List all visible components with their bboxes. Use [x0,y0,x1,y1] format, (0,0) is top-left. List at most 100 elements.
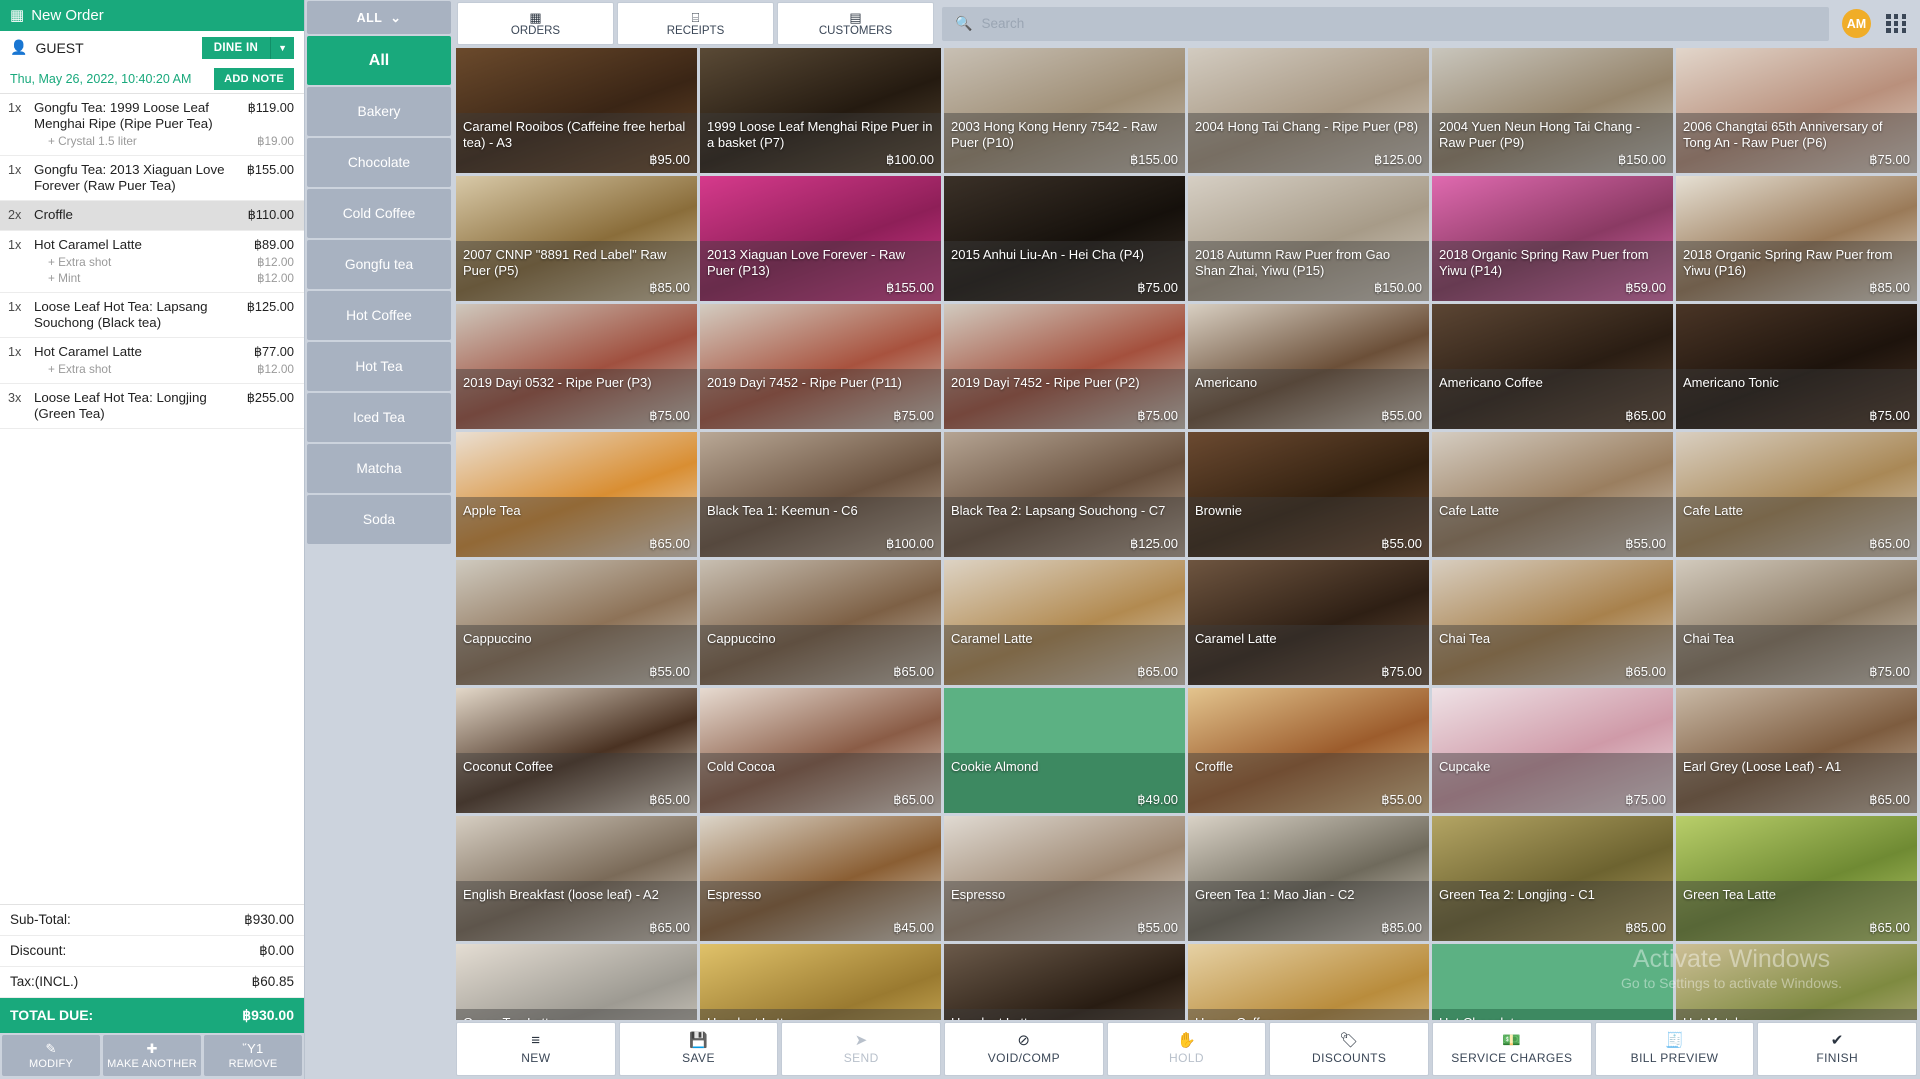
magnifier-icon: 🔍 [955,15,973,31]
tab-customers[interactable]: ▤ CUSTOMERS [777,2,934,45]
product-name: Cold Cocoa [707,759,775,774]
product-tile[interactable]: Brownie ฿55.00 [1188,432,1429,557]
category-item-iced-tea[interactable]: Iced Tea [307,393,451,442]
tab-receipts[interactable]: ⌸ RECEIPTS [617,2,774,45]
product-tile[interactable]: Cafe Latte ฿65.00 [1676,432,1917,557]
product-tile[interactable]: Honey Coffee [1188,944,1429,1020]
product-tile[interactable]: 2019 Dayi 0532 - Ripe Puer (P3) ฿75.00 [456,304,697,429]
product-tile[interactable]: Croffle ฿55.00 [1188,688,1429,813]
product-tile[interactable]: Americano Tonic ฿75.00 [1676,304,1917,429]
product-tile[interactable]: Cafe Latte ฿55.00 [1432,432,1673,557]
product-tile[interactable]: 2003 Hong Kong Henry 7542 - Raw Puer (P1… [944,48,1185,173]
order-item-row[interactable]: 1x Gongfu Tea: 2013 Xiaguan Love Forever … [0,156,304,202]
product-tile[interactable]: Black Tea 1: Keemun - C6 ฿100.00 [700,432,941,557]
product-tile[interactable]: Caramel Rooibos (Caffeine free herbal te… [456,48,697,173]
total-row: Tax:(INCL.) ฿60.85 [0,967,304,998]
product-tile[interactable]: Apple Tea ฿65.00 [456,432,697,557]
product-tile[interactable]: Espresso ฿55.00 [944,816,1185,941]
product-tile[interactable]: 2019 Dayi 7452 - Ripe Puer (P11) ฿75.00 [700,304,941,429]
product-tile[interactable]: Americano ฿55.00 [1188,304,1429,429]
order-action-remove[interactable]: Ὕ1 REMOVE [204,1035,302,1076]
action-bill-preview[interactable]: 🧾 BILL PREVIEW [1594,1022,1755,1076]
category-item-soda[interactable]: Soda [307,495,451,544]
product-tile[interactable]: Espresso ฿45.00 [700,816,941,941]
product-name: Americano Tonic [1683,375,1779,390]
order-item-row[interactable]: 1x Loose Leaf Hot Tea: Lapsang Souchong (… [0,293,304,339]
action-finish[interactable]: ✔ FINISH [1757,1022,1918,1076]
product-tile[interactable]: Caramel Latte ฿75.00 [1188,560,1429,685]
product-name: 2015 Anhui Liu-An - Hei Cha (P4) [951,247,1144,262]
category-item-bakery[interactable]: Bakery [307,87,451,136]
product-tile[interactable]: Earl Grey (Loose Leaf) - A1 ฿65.00 [1676,688,1917,813]
tab-orders[interactable]: ▦ ORDERS [457,2,614,45]
order-item-row[interactable]: 1x Gongfu Tea: 1999 Loose Leaf Menghai Ri… [0,94,304,156]
product-tile[interactable]: 2018 Autumn Raw Puer from Gao Shan Zhai,… [1188,176,1429,301]
product-tile[interactable]: Caramel Latte ฿65.00 [944,560,1185,685]
product-tile[interactable]: 2015 Anhui Liu-An - Hei Cha (P4) ฿75.00 [944,176,1185,301]
product-tile[interactable]: 2004 Yuen Neun Hong Tai Chang - Raw Puer… [1432,48,1673,173]
product-tile[interactable]: English Breakfast (loose leaf) - A2 ฿65.0… [456,816,697,941]
product-tile[interactable]: 2004 Hong Tai Chang - Ripe Puer (P8) ฿125… [1188,48,1429,173]
product-price: ฿55.00 [1137,920,1178,935]
product-tile[interactable]: Green Tea 1: Mao Jian - C2 ฿85.00 [1188,816,1429,941]
category-item-hot-coffee[interactable]: Hot Coffee [307,291,451,340]
action-service-charges[interactable]: 💵 SERVICE CHARGES [1432,1022,1592,1076]
product-tile[interactable]: 2007 CNNP "8891 Red Label" Raw Puer (P5)… [456,176,697,301]
action-discounts[interactable]: 🏷 DISCOUNTS [1269,1022,1430,1076]
category-item-cold-coffee[interactable]: Cold Coffee [307,189,451,238]
apps-grid-icon[interactable] [1886,14,1907,33]
product-tile[interactable]: Cappuccino ฿55.00 [456,560,697,685]
order-action-modify[interactable]: ✎ MODIFY [2,1035,100,1076]
price-tag-icon: 🏷 [1339,1032,1359,1049]
product-tile[interactable]: Hazelnut Latte [700,944,941,1020]
category-item-gongfu-tea[interactable]: Gongfu tea [307,240,451,289]
search-input[interactable]: Search [981,16,1024,31]
order-item-row[interactable]: 1x Hot Caramel Latte ฿77.00 + Extra shot ฿12… [0,338,304,384]
product-tile[interactable]: Cappuccino ฿65.00 [700,560,941,685]
product-tile[interactable]: Coconut Coffee ฿65.00 [456,688,697,813]
product-tile[interactable]: Cold Cocoa ฿65.00 [700,688,941,813]
product-tile[interactable]: 2013 Xiaguan Love Forever - Raw Puer (P1… [700,176,941,301]
product-tile[interactable]: Hazelnut Latte [944,944,1185,1020]
product-tile[interactable]: 2019 Dayi 7452 - Ripe Puer (P2) ฿75.00 [944,304,1185,429]
product-tile[interactable]: Americano Coffee ฿65.00 [1432,304,1673,429]
product-tile[interactable]: Green Tea Latte [456,944,697,1020]
dine-in-button[interactable]: DINE IN [201,36,271,59]
modifier-name: + Mint [48,271,81,286]
product-tile[interactable]: 2018 Organic Spring Raw Puer from Yiwu (… [1676,176,1917,301]
order-action-buttons[interactable]: ✎ MODIFY ✚ MAKE ANOTHER Ὕ1 REMOVE [0,1033,304,1079]
action-new[interactable]: ≡ NEW [456,1022,616,1076]
product-tile[interactable]: Chai Tea ฿65.00 [1432,560,1673,685]
order-item-row[interactable]: 1x Hot Caramel Latte ฿89.00 + Extra shot ฿12… [0,231,304,293]
category-filter-dropdown[interactable]: ALL ⌄ [307,1,451,34]
product-tile[interactable]: Green Tea 2: Longjing - C1 ฿85.00 [1432,816,1673,941]
category-item-chocolate[interactable]: Chocolate [307,138,451,187]
product-tile[interactable]: 2018 Organic Spring Raw Puer from Yiwu (… [1432,176,1673,301]
order-item-row[interactable]: 3x Loose Leaf Hot Tea: Longjing (Green Te… [0,384,304,430]
category-item-all[interactable]: All [307,36,451,85]
order-items-list[interactable]: 1x Gongfu Tea: 1999 Loose Leaf Menghai Ri… [0,94,304,904]
order-item-row[interactable]: 2x Croffle ฿110.00 [0,201,304,231]
product-tile[interactable]: Cupcake ฿75.00 [1432,688,1673,813]
search-bar[interactable]: 🔍 Search [942,6,1829,41]
avatar[interactable]: AM [1842,9,1871,38]
product-tile[interactable]: Chai Tea ฿75.00 [1676,560,1917,685]
product-tile[interactable]: Hot Matcha [1676,944,1917,1020]
action-save[interactable]: 💾 SAVE [618,1022,779,1076]
product-tile[interactable]: Green Tea Latte ฿65.00 [1676,816,1917,941]
product-tile[interactable]: Hot Chocolate [1432,944,1673,1020]
dine-in-control[interactable]: DINE IN ▼ [201,36,294,59]
chevron-down-icon[interactable]: ▼ [270,36,294,59]
add-note-button[interactable]: ADD NOTE [214,67,294,90]
product-tile[interactable]: 1999 Loose Leaf Menghai Ripe Puer in a b… [700,48,941,173]
product-tile[interactable]: 2006 Changtai 65th Anniversary of Tong A… [1676,48,1917,173]
category-item-matcha[interactable]: Matcha [307,444,451,493]
action-void-comp[interactable]: ⊘ VOID/COMP [944,1022,1104,1076]
product-tile[interactable]: Cookie Almond ฿49.00 [944,688,1185,813]
category-item-hot-tea[interactable]: Hot Tea [307,342,451,391]
action-hold: ✋ HOLD [1106,1022,1267,1076]
guest-info[interactable]: 👤 GUEST [10,39,84,56]
product-price: ฿55.00 [1381,408,1422,423]
product-tile[interactable]: Black Tea 2: Lapsang Souchong - C7 ฿125.0… [944,432,1185,557]
order-action-make-another[interactable]: ✚ MAKE ANOTHER [103,1035,201,1076]
